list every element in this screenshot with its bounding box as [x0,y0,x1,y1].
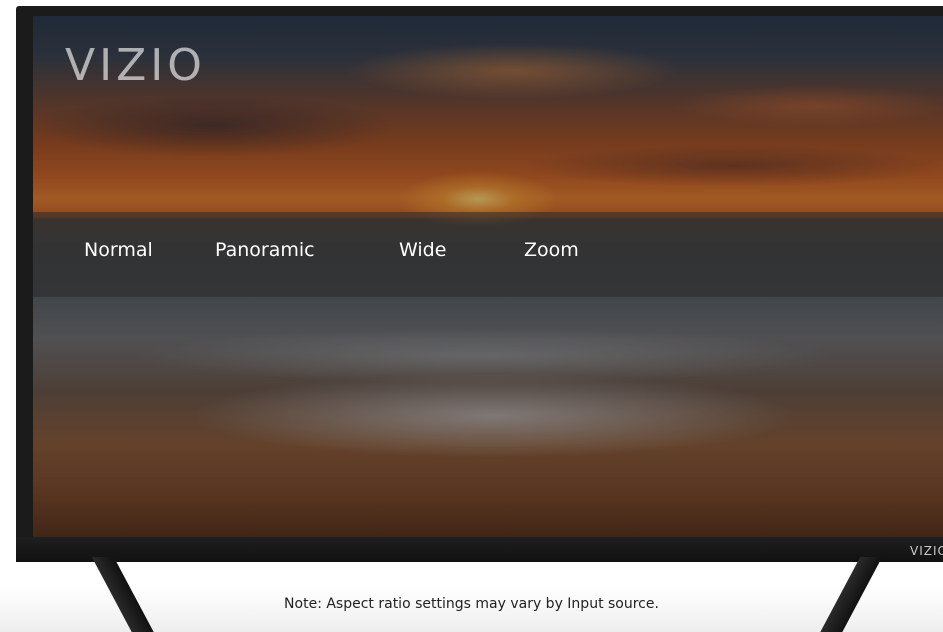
bezel-logo: VIZIO [910,544,943,558]
menu-item-wide[interactable]: Wide [399,239,446,261]
aspect-ratio-menu: Normal Panoramic Wide Zoom [33,212,943,297]
aspect-ratio-note: Note: Aspect ratio settings may vary by … [284,596,659,612]
menu-item-normal[interactable]: Normal [84,239,153,261]
tv-illustration: VIZIO Normal Panoramic Wide Zoom VIZIO N… [0,0,943,632]
screen-logo: VIZIO [65,40,206,91]
menu-item-zoom[interactable]: Zoom [524,239,579,261]
tv-stand-leg-left [91,557,155,632]
tv-frame: VIZIO Normal Panoramic Wide Zoom VIZIO [16,6,943,562]
tv-bottom-bezel: VIZIO [16,537,943,562]
tv-stand-leg-right [819,557,883,632]
tv-screen: VIZIO Normal Panoramic Wide Zoom [33,16,943,537]
menu-item-panoramic[interactable]: Panoramic [215,239,315,261]
